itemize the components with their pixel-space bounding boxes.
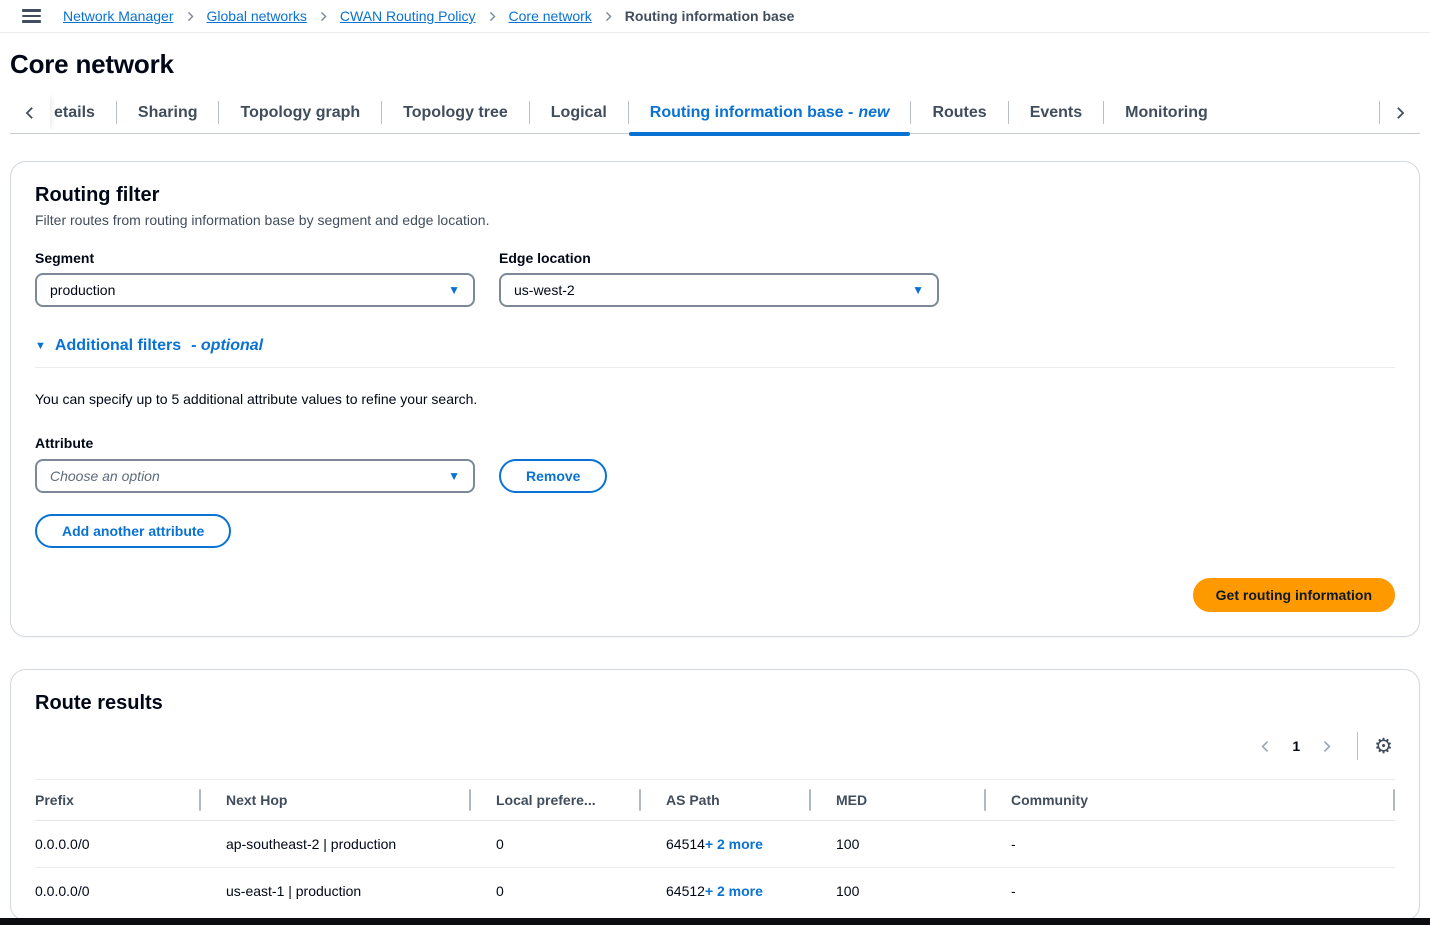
column-header-prefix[interactable]: Prefix	[35, 780, 201, 820]
cell-prefix: 0.0.0.0/0	[35, 868, 201, 914]
chevron-right-icon	[185, 11, 196, 22]
tab-monitoring[interactable]: Monitoring	[1104, 92, 1229, 133]
breadcrumb: Network Manager Global networks CWAN Rou…	[63, 8, 794, 24]
previous-page-icon[interactable]	[1251, 736, 1280, 757]
attribute-select[interactable]: Choose an option ▼	[35, 459, 475, 493]
table-header-row: Prefix Next Hop Local prefere... AS Path…	[35, 779, 1395, 821]
edge-location-field: Edge location us-west-2 ▼	[499, 250, 939, 307]
table-row: 0.0.0.0/0 ap-southeast-2 | production 0 …	[35, 821, 1395, 868]
segment-label: Segment	[35, 250, 475, 266]
table-row: 0.0.0.0/0 us-east-1 | production 0 64512…	[35, 868, 1395, 914]
segment-value: production	[50, 282, 115, 298]
caret-down-icon: ▼	[35, 340, 46, 352]
routing-filter-card: Routing filter Filter routes from routin…	[10, 161, 1420, 637]
edge-location-label: Edge location	[499, 250, 939, 266]
column-header-community[interactable]: Community	[986, 780, 1395, 820]
chevron-down-icon: ▼	[448, 284, 460, 296]
breadcrumb-current: Routing information base	[625, 8, 795, 24]
next-page-icon[interactable]	[1312, 736, 1341, 757]
breadcrumb-bar: Network Manager Global networks CWAN Rou…	[0, 0, 1430, 33]
tab-strip: etails Sharing Topology graph Topology t…	[10, 92, 1420, 134]
pagination: 1	[1251, 736, 1341, 757]
breadcrumb-link-core-network[interactable]: Core network	[509, 8, 592, 24]
cell-community: -	[986, 868, 1395, 914]
breadcrumb-link-cwan-routing-policy[interactable]: CWAN Routing Policy	[340, 8, 476, 24]
segment-field: Segment production ▼	[35, 250, 475, 307]
page-title: Core network	[10, 49, 1420, 80]
route-results-table: Prefix Next Hop Local prefere... AS Path…	[11, 779, 1419, 914]
routing-filter-description: Filter routes from routing information b…	[35, 212, 1395, 228]
chevron-down-icon: ▼	[912, 284, 924, 296]
get-routing-information-button[interactable]: Get routing information	[1193, 578, 1395, 612]
cell-local-preference: 0	[471, 868, 641, 914]
cell-local-preference: 0	[471, 821, 641, 867]
edge-location-select[interactable]: us-west-2 ▼	[499, 273, 939, 307]
additional-filters-label: Additional filters	[55, 337, 181, 355]
edge-location-value: us-west-2	[514, 282, 575, 298]
breadcrumb-link-global-networks[interactable]: Global networks	[207, 8, 307, 24]
route-results-card: Route results 1 ⚙ Prefix Next Hop Local …	[10, 669, 1420, 921]
remove-attribute-button[interactable]: Remove	[499, 459, 607, 493]
routing-filter-title: Routing filter	[35, 184, 1395, 207]
tab-logical[interactable]: Logical	[530, 92, 628, 133]
as-path-more-link[interactable]: + 2 more	[705, 883, 763, 899]
expander-divider	[35, 367, 1395, 368]
cell-prefix: 0.0.0.0/0	[35, 821, 201, 867]
cell-as-path: 64512+ 2 more	[641, 868, 811, 914]
cell-next-hop: ap-southeast-2 | production	[201, 821, 471, 867]
tab-details[interactable]: etails	[50, 92, 116, 133]
column-header-as-path[interactable]: AS Path	[641, 780, 811, 820]
attribute-label: Attribute	[35, 435, 1395, 451]
tab-topology-tree[interactable]: Topology tree	[382, 92, 529, 133]
additional-filters-note: You can specify up to 5 additional attri…	[35, 391, 1395, 407]
add-another-attribute-button[interactable]: Add another attribute	[35, 514, 231, 548]
attribute-field: Choose an option ▼	[35, 459, 475, 493]
menu-icon[interactable]	[22, 9, 41, 23]
route-results-title: Route results	[35, 692, 1395, 715]
additional-filters-expander[interactable]: ▼ Additional filters - optional	[35, 337, 1395, 355]
cell-community: -	[986, 821, 1395, 867]
results-toolbar: 1 ⚙	[11, 729, 1419, 763]
cell-med: 100	[811, 868, 986, 914]
column-header-local-preference[interactable]: Local prefere...	[471, 780, 641, 820]
cell-as-path: 64514+ 2 more	[641, 821, 811, 867]
segment-select[interactable]: production ▼	[35, 273, 475, 307]
column-header-med[interactable]: MED	[811, 780, 986, 820]
attribute-placeholder: Choose an option	[50, 468, 160, 484]
tabs-scroll-left-icon[interactable]	[10, 92, 50, 133]
settings-gear-icon[interactable]: ⚙	[1370, 734, 1397, 759]
window-bottom-bar	[0, 918, 1430, 925]
cell-med: 100	[811, 821, 986, 867]
toolbar-divider	[1357, 732, 1358, 760]
chevron-right-icon	[487, 11, 498, 22]
chevron-right-icon	[603, 11, 614, 22]
tabs-scroll-right-icon[interactable]	[1380, 92, 1420, 133]
page-number[interactable]: 1	[1286, 738, 1306, 754]
tab-events[interactable]: Events	[1009, 92, 1103, 133]
column-header-next-hop[interactable]: Next Hop	[201, 780, 471, 820]
tab-routes[interactable]: Routes	[911, 92, 1007, 133]
additional-filters-optional: - optional	[191, 337, 263, 355]
chevron-right-icon	[318, 11, 329, 22]
tab-sharing[interactable]: Sharing	[117, 92, 219, 133]
cell-next-hop: us-east-1 | production	[201, 868, 471, 914]
chevron-down-icon: ▼	[448, 470, 460, 482]
tab-topology-graph[interactable]: Topology graph	[219, 92, 381, 133]
breadcrumb-link-network-manager[interactable]: Network Manager	[63, 8, 174, 24]
as-path-more-link[interactable]: + 2 more	[705, 836, 763, 852]
tab-routing-information-base[interactable]: Routing information base - new	[629, 92, 911, 133]
